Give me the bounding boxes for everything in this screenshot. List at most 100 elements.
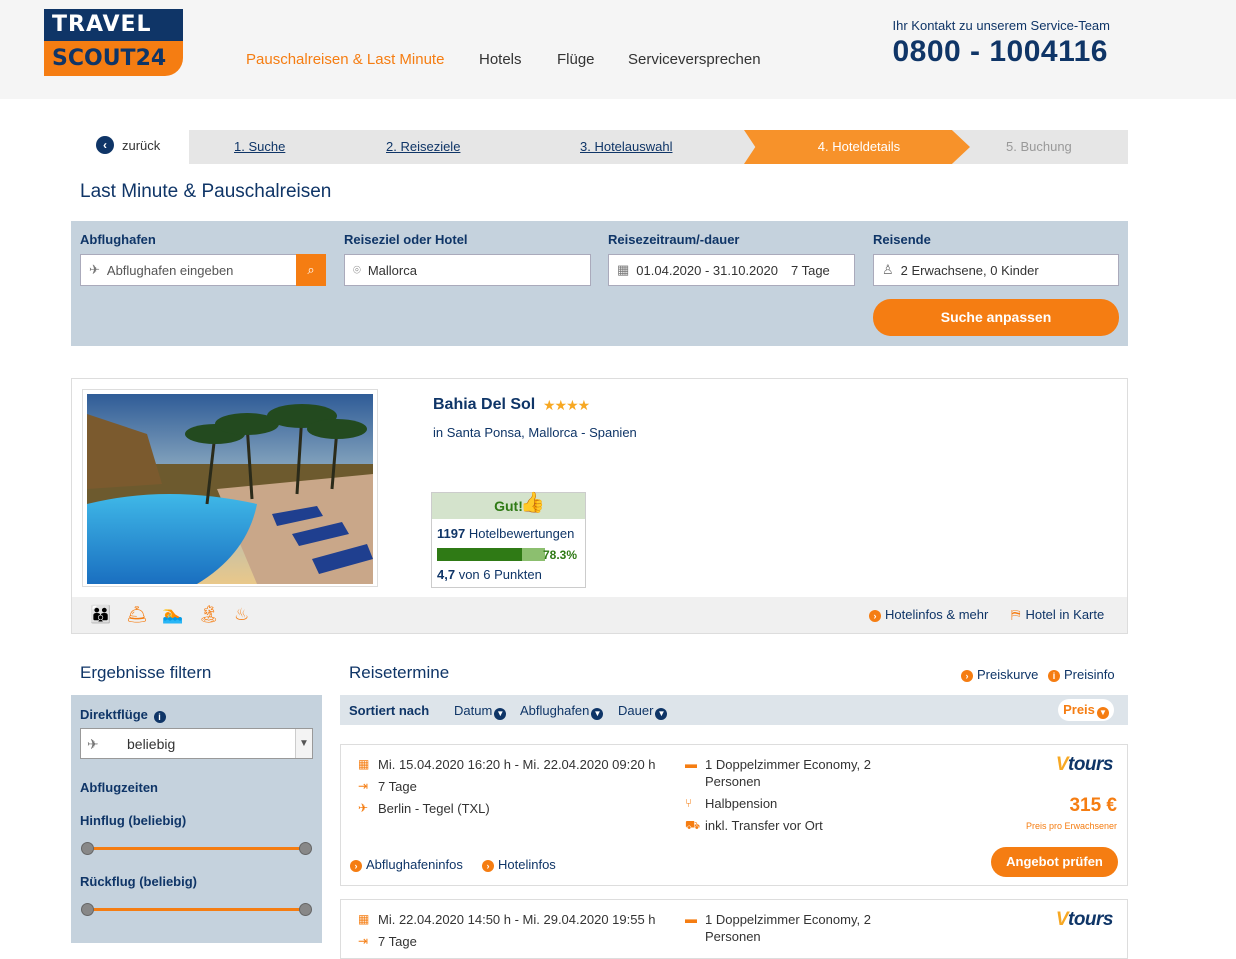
- offer-dates: Mi. 22.04.2020 14:50 h - Mi. 29.04.2020 …: [378, 912, 656, 927]
- sort-airport[interactable]: Abflughafen ▼: [520, 703, 604, 720]
- operator-logo-mark: V: [1055, 909, 1069, 930]
- period-label: Reisezeitraum/-dauer: [608, 232, 740, 247]
- chevron-left-icon: ‹: [96, 136, 114, 154]
- sort-duration-label: Dauer: [618, 703, 654, 718]
- search-icon: ⌕: [307, 262, 315, 277]
- travellers-value: 2 Erwachsene, 0 Kinder: [900, 262, 1039, 278]
- price-curve-label: Preiskurve: [977, 667, 1039, 682]
- airport-info-link[interactable]: › Abflughafeninfos: [350, 857, 463, 872]
- travelscout24-logo[interactable]: TRAVEL SCOUT24: [44, 9, 183, 76]
- booking-steps: 1. Suche 2. Reiseziele 3. Hotelauswahl 5…: [189, 130, 1128, 164]
- chevron-down-icon: ▼: [655, 708, 668, 720]
- vtours-logo: Vtours: [1055, 909, 1114, 931]
- hotel-info-link-label: Hotelinfos & mehr: [885, 607, 989, 622]
- back-link[interactable]: ‹ zurück: [96, 136, 160, 154]
- offer-duration: 7 Tage: [378, 934, 417, 949]
- filter-title: Ergebnisse filtern: [80, 663, 212, 682]
- chevron-right-icon: ›: [869, 609, 881, 622]
- chevron-down-icon: ▼: [494, 708, 507, 720]
- return-slider-max-handle[interactable]: [299, 903, 312, 916]
- offer-room-line-1: 1 Doppelzimmer Economy, 2: [705, 757, 871, 772]
- rating-verdict: Gut!: [494, 498, 523, 514]
- info-icon[interactable]: i: [153, 711, 166, 723]
- outbound-slider-min-handle[interactable]: [81, 842, 94, 855]
- family-icon[interactable]: 👪: [90, 605, 111, 625]
- rating-bar-fill: [437, 548, 522, 561]
- logo-line-2: SCOUT24: [44, 41, 183, 76]
- airport-input[interactable]: ✈ Abflughafen eingeben: [80, 254, 297, 286]
- operator-logo-text: tours: [1068, 754, 1114, 775]
- outbound-label: Hinflug (beliebig): [80, 813, 187, 828]
- return-label: Rückflug (beliebig): [80, 874, 197, 889]
- offer-hotel-info-link[interactable]: › Hotelinfos: [482, 857, 556, 872]
- operator-logo-text: tours: [1068, 909, 1114, 930]
- nav-hotels[interactable]: Hotels: [479, 51, 522, 68]
- offer-room-line-2: Personen: [705, 929, 761, 944]
- offer-card: ▦ Mi. 22.04.2020 14:50 h - Mi. 29.04.2020…: [340, 899, 1128, 959]
- sort-price[interactable]: Preis ▼: [1058, 699, 1114, 721]
- offer-price-note: Preis pro Erwachsener: [1025, 821, 1117, 831]
- spa-icon[interactable]: ♨: [234, 605, 249, 625]
- plane-icon: ✈: [358, 801, 369, 815]
- bed-icon: ▬: [685, 912, 697, 926]
- bed-icon: ▬: [685, 757, 697, 771]
- filter-panel: Direktflüge i ✈ beliebig ▼ Abflugzeiten …: [71, 695, 322, 943]
- beach-icon[interactable]: 🏝: [198, 605, 220, 625]
- nav-fluege[interactable]: Flüge: [557, 51, 595, 68]
- direct-flights-label: Direktflüge i: [80, 707, 166, 723]
- price-curve-link[interactable]: › Preiskurve: [961, 667, 1038, 682]
- outbound-slider-max-handle[interactable]: [299, 842, 312, 855]
- return-slider-min-handle[interactable]: [81, 903, 94, 916]
- offer-hotel-info-label: Hotelinfos: [498, 857, 556, 872]
- nav-pauschalreisen[interactable]: Pauschalreisen & Last Minute: [246, 51, 444, 68]
- hotel-location: in Santa Ponsa, Mallorca - Spanien: [433, 425, 637, 440]
- rating-score: 4,7 von 6 Punkten: [437, 567, 542, 582]
- outbound-slider[interactable]: [81, 842, 312, 855]
- return-slider[interactable]: [81, 903, 312, 916]
- departure-times-label: Abflugzeiten: [80, 780, 158, 795]
- results-title: Reisetermine: [349, 663, 450, 682]
- airport-search-button[interactable]: ⌕: [296, 254, 326, 286]
- rating-bar: [437, 548, 545, 561]
- nav-serviceversprechen[interactable]: Serviceversprechen: [628, 51, 761, 68]
- contact-phone[interactable]: 0800 - 1004116: [892, 35, 1108, 69]
- offer-dates-row: ▦ Mi. 22.04.2020 14:50 h - Mi. 29.04.2020…: [358, 912, 656, 927]
- swimming-icon[interactable]: 🏊: [162, 605, 183, 625]
- check-offer-button[interactable]: Angebot prüfen: [991, 847, 1118, 877]
- adjust-search-button[interactable]: Suche anpassen: [873, 299, 1119, 336]
- step-hotelauswahl[interactable]: 3. Hotelauswahl: [580, 130, 673, 164]
- hotel-map-link[interactable]: ⛿ Hotel in Karte: [1011, 607, 1104, 623]
- rating-percent: 78.3%: [543, 548, 578, 562]
- offer-airport-row: ✈ Berlin - Tegel (TXL): [358, 801, 490, 816]
- period-input[interactable]: ▦ 01.04.2020 - 31.10.2020 7 Tage: [608, 254, 855, 286]
- direct-flights-value: beliebig: [127, 736, 176, 752]
- travellers-input[interactable]: ♙ 2 Erwachsene, 0 Kinder: [873, 254, 1119, 286]
- price-info-link[interactable]: i Preisinfo: [1048, 667, 1115, 682]
- duration-icon: ⇥: [358, 779, 369, 793]
- calendar-icon: ▦: [358, 757, 370, 771]
- hotel-name[interactable]: Bahia Del Sol: [433, 396, 535, 414]
- sort-airport-label: Abflughafen: [520, 703, 590, 718]
- destination-input[interactable]: ⌾ Mallorca: [344, 254, 591, 286]
- rating-box[interactable]: Gut! 👍 1197 Hotelbewertungen 78.3% 4,7 v…: [431, 492, 586, 588]
- sort-date[interactable]: Datum ▼: [454, 703, 507, 720]
- direct-flights-select[interactable]: ✈ beliebig ▼: [80, 728, 313, 759]
- cutlery-icon: ⑂: [685, 796, 693, 810]
- plane-icon: ✈: [89, 262, 100, 277]
- sort-duration[interactable]: Dauer ▼: [618, 703, 668, 720]
- step-suche[interactable]: 1. Suche: [234, 130, 285, 164]
- chevron-down-icon: ▼: [1096, 707, 1109, 719]
- plane-icon: ✈: [87, 736, 99, 752]
- hotel-info-link[interactable]: › Hotelinfos & mehr: [869, 607, 988, 622]
- hotel-photo[interactable]: [82, 389, 378, 587]
- thumbs-up-icon: 👍: [520, 492, 545, 514]
- service-bell-icon[interactable]: 🛎: [126, 605, 148, 625]
- offer-dates-row: ▦ Mi. 15.04.2020 16:20 h - Mi. 22.04.2020…: [358, 757, 656, 772]
- hotel-map-link-label: Hotel in Karte: [1025, 607, 1105, 622]
- chevron-right-icon: ›: [961, 669, 973, 682]
- offer-dates: Mi. 15.04.2020 16:20 h - Mi. 22.04.2020 …: [378, 757, 656, 772]
- hotel-photo-image: [87, 394, 373, 584]
- step-reiseziele[interactable]: 2. Reiseziele: [386, 130, 460, 164]
- airport-placeholder: Abflughafen eingeben: [106, 262, 234, 278]
- period-dates: 01.04.2020 - 31.10.2020: [636, 262, 778, 278]
